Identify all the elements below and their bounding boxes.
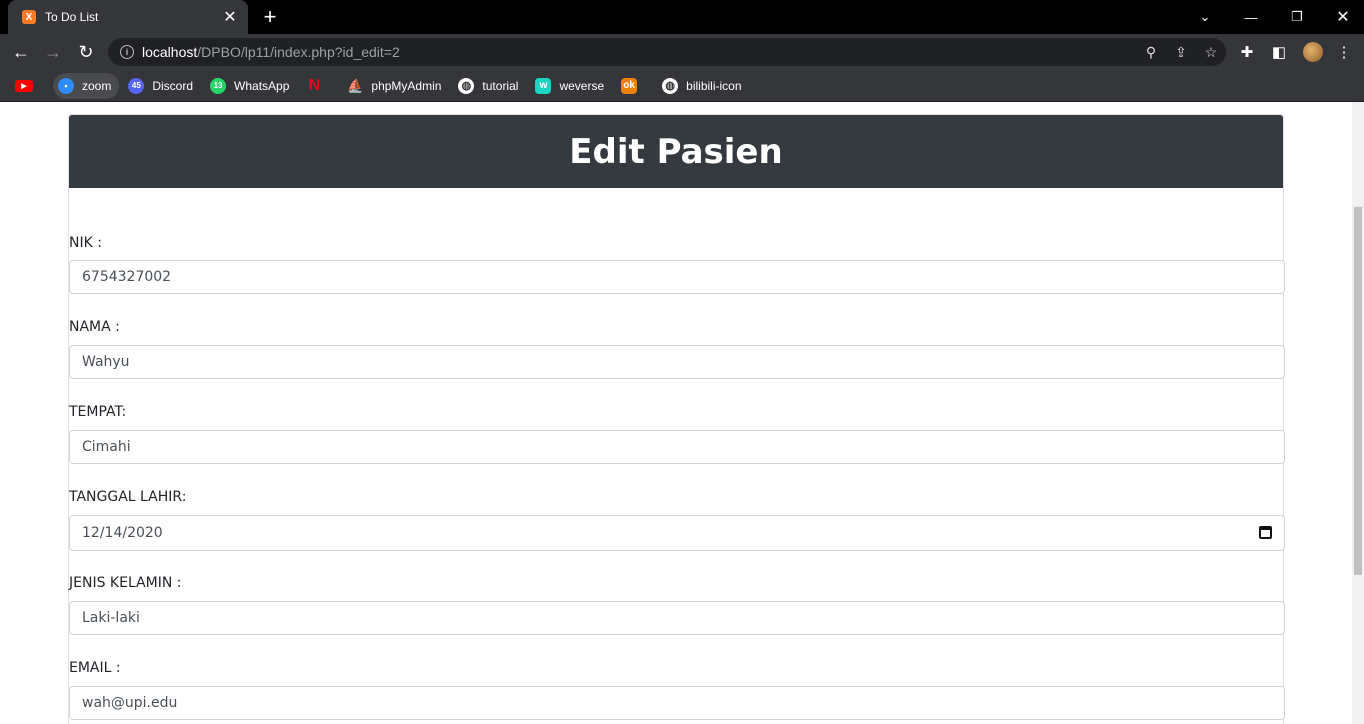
tempat-label: TEMPAT: — [69, 404, 127, 420]
page-viewport: Edit Pasien NIK : 6754327002 NAMA : Wahy… — [0, 102, 1352, 724]
bookmark-discord[interactable]: 45 Discord — [123, 73, 201, 99]
reload-icon[interactable]: ↻ — [73, 39, 99, 65]
zoom-magnifier-icon[interactable]: ⚲ — [1136, 44, 1166, 61]
xampp-favicon-icon: X — [22, 10, 36, 24]
tanggal-lahir-label: TANGGAL LAHIR: — [69, 489, 187, 505]
new-tab-icon[interactable]: + — [258, 4, 282, 30]
tab-close-icon[interactable]: ✕ — [220, 7, 240, 27]
menu-kebab-icon[interactable]: ⋮ — [1328, 34, 1360, 70]
nik-input[interactable]: 6754327002 — [69, 260, 1285, 294]
restore-icon[interactable]: ❐ — [1274, 0, 1320, 34]
email-input[interactable]: wah@upi.edu — [69, 686, 1285, 720]
bookmark-tutorial[interactable]: ◍ tutorial — [453, 73, 526, 99]
bookmarks-bar: ▶ ▪ zoom 45 Discord 13 WhatsApp N ⛵ phpM… — [0, 70, 1364, 102]
page-scrollbar[interactable] — [1352, 102, 1364, 724]
date-value: 12/14/2020 — [82, 525, 163, 541]
profile-avatar[interactable] — [1297, 34, 1329, 70]
youtube-icon: ▶ — [15, 79, 33, 92]
bookmark-weverse[interactable]: w weverse — [530, 73, 612, 99]
extensions-icon[interactable]: ✚ — [1231, 34, 1263, 70]
page-title: Edit Pasien — [569, 131, 783, 172]
bookmark-bilibili[interactable]: ◍ bilibili-icon — [657, 73, 749, 99]
window-close-icon[interactable]: ✕ — [1320, 0, 1364, 34]
url-text[interactable]: localhost/DPBO/lp11/index.php?id_edit=2 — [142, 44, 1136, 60]
phpmyadmin-icon: ⛵ — [347, 77, 364, 93]
odnoklassniki-icon: ok — [621, 77, 638, 94]
bookmark-odnoklassniki[interactable]: ok — [616, 73, 653, 99]
bookmark-zoom[interactable]: ▪ zoom — [53, 72, 120, 99]
back-icon[interactable]: ← — [8, 39, 34, 65]
jenis-kelamin-label: JENIS KELAMIN : — [69, 575, 182, 591]
whatsapp-icon: 13 — [210, 77, 227, 94]
card-header: Edit Pasien — [69, 115, 1283, 188]
tempat-input[interactable]: Cimahi — [69, 430, 1285, 464]
jenis-kelamin-input[interactable]: Laki-laki — [69, 601, 1285, 635]
nama-input[interactable]: Wahyu — [69, 345, 1285, 379]
bookmark-star-icon[interactable]: ☆ — [1196, 44, 1226, 61]
tab-search-chevron-icon[interactable]: ⌄ — [1182, 0, 1228, 34]
globe-icon: ◍ — [662, 77, 679, 94]
forward-icon[interactable]: → — [40, 39, 66, 65]
discord-icon: 45 — [128, 77, 145, 94]
bookmark-phpmyadmin[interactable]: ⛵ phpMyAdmin — [342, 73, 449, 99]
zoom-icon: ▪ — [58, 77, 74, 94]
netflix-icon: N — [308, 76, 321, 94]
side-panel-icon[interactable]: ◧ — [1263, 34, 1295, 70]
bookmark-netflix[interactable]: N — [301, 73, 338, 99]
address-bar[interactable]: i localhost/DPBO/lp11/index.php?id_edit=… — [108, 38, 1226, 66]
globe-icon: ◍ — [458, 77, 475, 94]
tab-strip: X To Do List ✕ + ⌄ — ❐ ✕ — [0, 0, 1364, 34]
tanggal-lahir-date-input[interactable]: 12/14/2020 — [69, 515, 1285, 551]
tab-title: To Do List — [45, 10, 99, 24]
bookmark-youtube[interactable]: ▶ — [10, 73, 49, 99]
share-icon[interactable]: ⇪ — [1166, 44, 1196, 61]
calendar-icon[interactable] — [1259, 526, 1272, 539]
edit-form-card: Edit Pasien NIK : 6754327002 NAMA : Wahy… — [68, 114, 1285, 724]
site-info-icon[interactable]: i — [120, 45, 134, 59]
nik-label: NIK : — [69, 235, 102, 251]
email-label: EMAIL : — [69, 660, 121, 676]
browser-tab[interactable]: X To Do List ✕ — [8, 0, 248, 34]
weverse-icon: w — [535, 77, 552, 94]
scrollbar-thumb[interactable] — [1354, 207, 1362, 575]
nama-label: NAMA : — [69, 319, 120, 335]
minimize-icon[interactable]: — — [1228, 0, 1274, 34]
bookmark-whatsapp[interactable]: 13 WhatsApp — [205, 73, 297, 99]
